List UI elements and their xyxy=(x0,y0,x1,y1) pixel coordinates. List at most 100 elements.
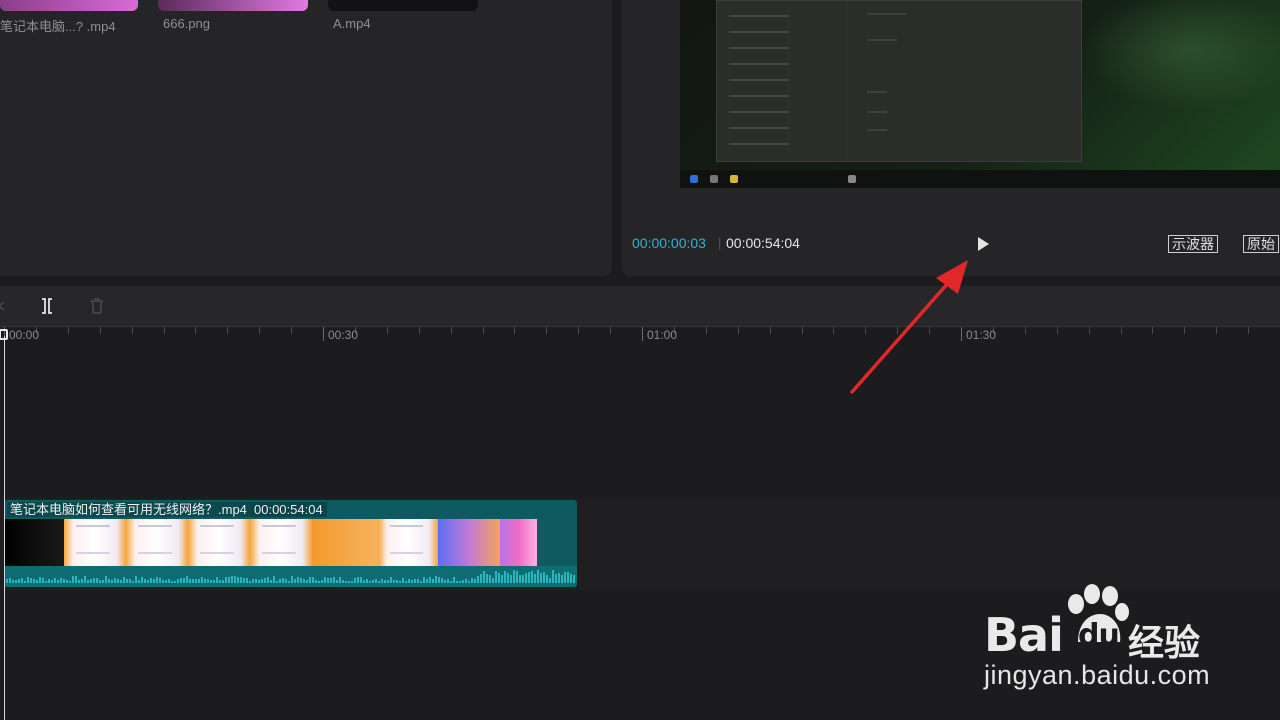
waveform-bar xyxy=(330,577,332,583)
waveform-bar xyxy=(21,578,23,583)
waveform-bar xyxy=(570,574,572,583)
waveform-bar xyxy=(519,575,521,583)
watermark-url: jingyan.baidu.com xyxy=(984,660,1211,690)
waveform-bar xyxy=(279,579,281,583)
waveform-bar xyxy=(360,576,362,583)
waveform-bar xyxy=(24,580,26,583)
waveform-bar xyxy=(90,578,92,583)
waveform-bar xyxy=(390,577,392,583)
timeline-ruler[interactable]: 00:00 00:30 01:00 01:30 xyxy=(0,327,1280,345)
waveform-bar xyxy=(345,580,347,583)
ruler-minor-tick xyxy=(99,327,101,334)
waveform-bar xyxy=(363,580,365,583)
media-thumbnail-video-a[interactable] xyxy=(328,0,478,11)
waveform-bar xyxy=(333,576,335,583)
waveform-bar xyxy=(18,578,20,583)
waveform-bar xyxy=(45,580,47,583)
split-button[interactable] xyxy=(38,297,56,315)
waveform-bar xyxy=(192,578,194,583)
editor-window: 笔记本电脑...? .mp4 666.png A.mp4 00:00:00:03… xyxy=(0,0,1280,720)
ruler-minor-tick xyxy=(450,327,452,334)
waveform-bar xyxy=(195,578,197,583)
waveform-bar xyxy=(300,578,302,583)
waveform-bar xyxy=(69,580,71,583)
delete-button[interactable] xyxy=(88,297,106,315)
waveform-bar xyxy=(267,577,269,583)
waveform-bar xyxy=(405,580,407,583)
waveform-bar xyxy=(135,576,137,583)
waveform-bar xyxy=(180,577,182,583)
waveform-bar xyxy=(27,576,29,583)
undo-button[interactable] xyxy=(0,297,12,315)
clip-duration: 00:00:54:04 xyxy=(250,502,327,517)
waveform-bar xyxy=(486,574,488,583)
video-clip[interactable]: 笔记本电脑如何查看可用无线网络？.mp4 00:00:54:04 xyxy=(4,500,577,587)
waveform-bar xyxy=(465,579,467,583)
waveform-bar xyxy=(504,570,506,583)
waveform-bar xyxy=(456,580,458,583)
ruler-minor-tick xyxy=(865,327,867,334)
waveform-bar xyxy=(309,577,311,583)
waveform-bar xyxy=(12,580,14,583)
waveform-bar xyxy=(513,570,515,583)
ruler-minor-tick xyxy=(929,327,931,334)
waveform-bar xyxy=(393,580,395,583)
waveform-bar xyxy=(426,578,428,583)
waveform-bar xyxy=(228,576,230,583)
waveform-bar xyxy=(546,575,548,583)
oscilloscope-button[interactable]: 示波器 xyxy=(1168,235,1218,253)
video-preview[interactable] xyxy=(680,0,1280,188)
waveform-bar xyxy=(492,577,494,583)
media-thumbnail-video[interactable] xyxy=(0,0,138,11)
waveform-bar xyxy=(402,577,404,583)
waveform-bar xyxy=(552,570,554,583)
playhead-line[interactable] xyxy=(4,336,5,720)
audio-waveform xyxy=(4,566,577,587)
waveform-bar xyxy=(252,579,254,583)
waveform-bar xyxy=(147,579,149,583)
waveform-bar xyxy=(213,579,215,583)
waveform-bar xyxy=(225,577,227,583)
waveform-bar xyxy=(123,577,125,583)
waveform-bar xyxy=(57,580,59,583)
play-button[interactable] xyxy=(973,234,993,254)
waveform-bar xyxy=(342,580,344,583)
waveform-bar xyxy=(141,576,143,583)
waveform-bar xyxy=(243,577,245,583)
waveform-bar xyxy=(468,580,470,583)
waveform-bar xyxy=(219,580,221,583)
waveform-bar xyxy=(420,580,422,583)
waveform-bar xyxy=(303,578,305,583)
waveform-bar xyxy=(321,580,323,583)
waveform-bar xyxy=(498,573,500,583)
waveform-bar xyxy=(435,576,437,583)
waveform-bar xyxy=(48,578,50,583)
preview-taskbar xyxy=(680,170,1280,188)
waveform-bar xyxy=(510,574,512,583)
waveform-bar xyxy=(171,580,173,583)
waveform-bar xyxy=(132,580,134,583)
waveform-bar xyxy=(558,573,560,583)
playhead-handle[interactable] xyxy=(0,329,8,340)
waveform-bar xyxy=(525,572,527,583)
waveform-bar xyxy=(480,574,482,583)
original-ratio-button[interactable]: 原始 xyxy=(1243,235,1279,253)
media-thumbnail-image[interactable] xyxy=(158,0,308,11)
waveform-bar xyxy=(168,578,170,583)
waveform-bar xyxy=(138,579,140,583)
waveform-bar xyxy=(198,578,200,583)
waveform-bar xyxy=(39,577,41,583)
waveform-bar xyxy=(261,579,263,583)
ruler-minor-tick xyxy=(1024,327,1026,334)
waveform-bar xyxy=(528,571,530,583)
waveform-bar xyxy=(93,578,95,583)
waveform-bar xyxy=(96,577,98,583)
media-item-label: A.mp4 xyxy=(333,16,371,31)
waveform-bar xyxy=(189,579,191,583)
waveform-bar xyxy=(186,576,188,583)
waveform-bar xyxy=(573,575,575,583)
waveform-bar xyxy=(297,576,299,583)
ruler-minor-tick xyxy=(1216,327,1218,334)
waveform-bar xyxy=(36,579,38,583)
waveform-bar xyxy=(564,572,566,583)
